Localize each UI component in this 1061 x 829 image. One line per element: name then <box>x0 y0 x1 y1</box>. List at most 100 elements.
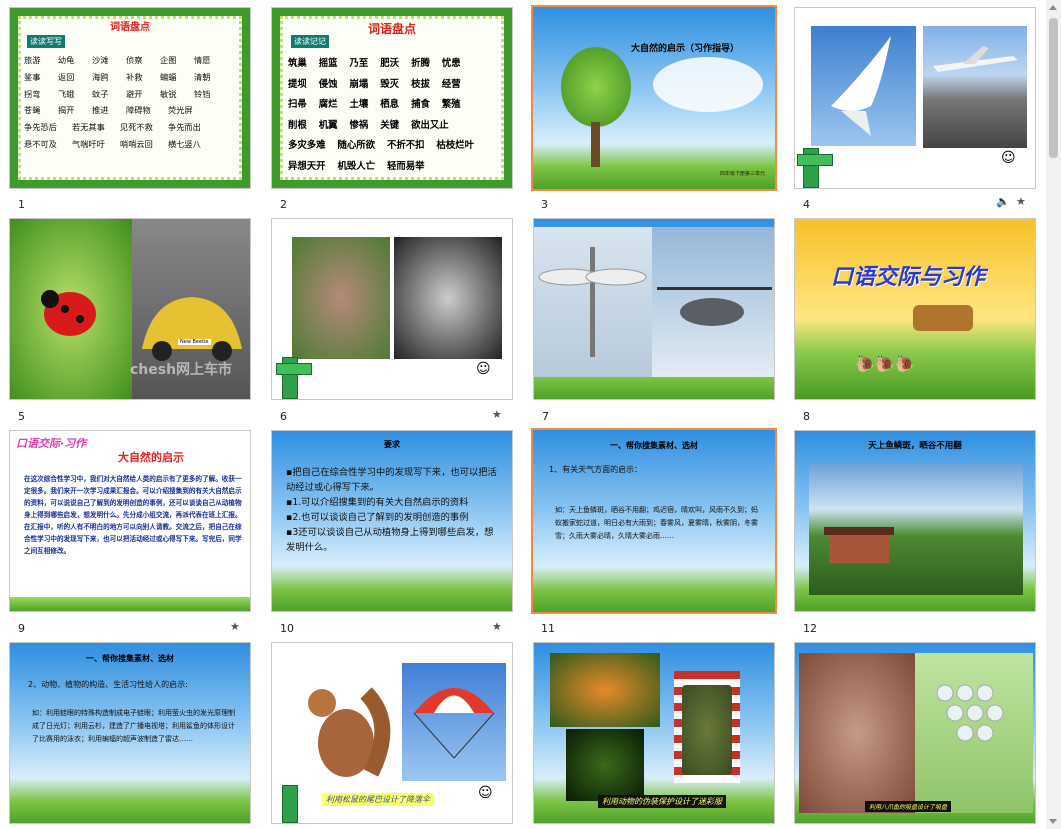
slide-heading: 要求 <box>384 440 400 449</box>
section-tag: 读读写写 <box>26 34 66 49</box>
word-row: 异想天开 机毁人亡 轻而易举 <box>288 160 425 172</box>
slide-number: 9 <box>18 622 25 635</box>
slide-thumbnail-10[interactable]: 要求 ▪把自己在综合性学习中的发现写下来，也可以把活动经过或心得写下来。 ▪1.… <box>271 430 513 612</box>
slide-thumbnail-9[interactable]: 口语交际·习作 大自然的启示 在这次综合性学习中，我们对大自然给人类的启示有了更… <box>9 430 251 612</box>
section-tag: 读读记记 <box>290 34 330 49</box>
watermark: chesh网上车市 <box>130 362 233 378</box>
image-caption: 利用动物的伪装保护设计了迷彩服 <box>598 795 726 808</box>
slide-title: 词语盘点 <box>110 22 150 33</box>
word-row: 削根 机翼 惨祸 关键 欲出又止 <box>288 119 449 131</box>
image-caption: 利用八爪鱼的吸盘设计了吸盘 <box>865 801 952 812</box>
cartoon-kid: ☺ <box>476 361 491 377</box>
word-list: 筑巢 摇篮 乃至 肥沃 折腾 忧患 提坝 侵蚀 崩塌 毁灭 枝拔 经营 扫帚 腐烂 土壤 栖息 捕食 繁殖 削… <box>288 54 502 177</box>
suction-cup-photo <box>915 653 1033 813</box>
slide-thumbnail-7[interactable] <box>533 218 775 400</box>
slide-number: 10 <box>280 622 294 635</box>
slide-title: 大自然的启示 <box>118 451 184 464</box>
image-caption: 利用松鼠的尾巴设计了降落伞 <box>322 793 434 806</box>
word-row: 扫帚 腐烂 土壤 栖息 捕食 繁殖 <box>288 99 461 110</box>
slide-heading: 一、帮你搜集素材、选材 <box>86 654 174 663</box>
slide-number: 8 <box>803 410 810 423</box>
slide-thumbnail-15[interactable]: 利用动物的伪装保护设计了迷彩服 <box>533 642 775 824</box>
slide-number: 11 <box>541 622 555 635</box>
slide-body-text: 如：天上鱼鳞斑，晒谷不用翻；鸡迟宿，晴欢叫，风雨不久到；蚂蚁搬家蛇过道，明日必有… <box>555 506 758 540</box>
slide-body-text: 在这次综合性学习中，我们对大自然给人类的启示有了更多的了解。收获一定很多。我们来… <box>24 475 242 555</box>
ladybug-photo <box>10 219 132 399</box>
slide-number: 5 <box>18 410 25 423</box>
bird-nest-photo <box>292 237 390 359</box>
scroll-down-arrow-icon[interactable] <box>1049 819 1057 824</box>
airplane-photo <box>923 26 1027 148</box>
word-row: 苍蝇 揭开 推进 障碍物 荧光屏 <box>24 105 193 116</box>
animation-star-icon: ★ <box>230 620 240 633</box>
slide-number: 3 <box>541 198 548 211</box>
signpost-board <box>276 363 312 375</box>
camouflage-jacket-photo <box>674 671 740 783</box>
landscape-photo <box>809 463 1023 595</box>
slide-title: 大自然的启示（习作指导） <box>631 44 740 54</box>
word-row: 拐弯 飞蛾 蚊子 避开 敏锐 铃铛 <box>24 88 211 99</box>
bird-photo <box>811 26 916 146</box>
word-list: 旅游 幼龟 沙滩 侦察 企图 情愿 鉴事 返回 海鸥 补救 蝙蝠 清朝 拐弯 飞蛾 蚊子 避开 敏锐 铃铛 苍… <box>24 52 240 153</box>
flower-border <box>10 597 250 611</box>
slide-thumbnail-12[interactable]: 天上鱼鳞斑，晒谷不用翻 <box>794 430 1036 612</box>
birds-nest-stadium-photo <box>394 237 502 359</box>
slide-number: 4 <box>803 198 810 211</box>
dragonfly-photo <box>534 227 652 377</box>
slide-sorter-grid: 词语盘点 读读写写 旅游 幼龟 沙滩 侦察 企图 情愿 鉴事 返回 海鸥 补救 蝙蝠 清朝 拐弯 飞蛾… <box>0 0 1046 829</box>
cartoon-kid: ☺ <box>478 785 493 801</box>
list-item: ▪2.也可以谈谈自己了解到的发明创造的事例 <box>286 512 469 523</box>
wooden-sign <box>913 305 973 331</box>
animation-star-icon: ★ <box>492 620 502 633</box>
car-badge: New Beetle <box>178 339 211 345</box>
animation-star-icon: ★ <box>492 408 502 421</box>
slide-thumbnail-3[interactable]: 大自然的启示（习作指导） 四年级下册第三单元 <box>531 5 777 191</box>
snail-cartoon: 🐌🐌🐌 <box>855 354 915 373</box>
slide-subheading: 1、有关天气方面的启示： <box>549 465 643 474</box>
squirrel-photo <box>286 663 396 791</box>
section-logo: 口语交际·习作 <box>16 437 87 450</box>
slide-number: 1 <box>18 198 25 211</box>
slide-heading: 天上鱼鳞斑，晒谷不用翻 <box>868 441 962 451</box>
animation-star-icon: ★ <box>1016 195 1026 208</box>
word-row: 筑巢 摇篮 乃至 肥沃 折腾 忧患 <box>288 58 461 69</box>
parachute-photo <box>402 663 506 781</box>
helicopter-photo <box>652 227 774 377</box>
word-row: 鉴事 返回 海鸥 补救 蝙蝠 清朝 <box>24 71 211 82</box>
slide-body-text: 如：利用蛙眼的特殊构造制成电子蛙眼；利用萤火虫的发光原理制成了日光灯；利用云杉，… <box>32 709 235 743</box>
slide-number: 2 <box>280 198 287 211</box>
scrollbar-thumb[interactable] <box>1049 18 1058 158</box>
slide-number: 12 <box>803 622 817 635</box>
list-item: ▪1.可以介绍搜集到的有关大自然启示的资料 <box>286 497 469 508</box>
slide-thumbnail-16[interactable]: 利用八爪鱼的吸盘设计了吸盘 <box>794 642 1036 824</box>
signpost-board <box>797 154 833 166</box>
slide-number: 6 <box>280 410 287 423</box>
slide-subheading: 2、动物、植物的构造、生活习性给人的启示: <box>28 680 188 689</box>
octopus-photo <box>799 653 915 813</box>
insect-photo <box>566 729 644 801</box>
slide-thumbnail-5[interactable]: New Beetle chesh网上车市 <box>9 218 251 400</box>
word-row: 悬不可及 气喘吁吁 哨哨云回 横七竖八 <box>24 138 201 149</box>
word-row: 争先恐后 若无其事 见死不救 争先而出 <box>24 122 201 133</box>
list-item: ▪3还可以谈谈自己从动植物身上得到哪些启发，想发明什么。 <box>286 527 494 553</box>
word-row: 旅游 幼龟 沙滩 侦察 企图 情愿 <box>24 55 211 65</box>
slide-footer: 四年级下册第三单元 <box>719 171 765 177</box>
slide-thumbnail-2[interactable]: 词语盘点 读读记记 筑巢 摇篮 乃至 肥沃 折腾 忧患 提坝 侵蚀 崩塌 毁灭 枝拔 经营 扫帚 腐烂… <box>271 7 513 189</box>
vertical-scrollbar[interactable] <box>1046 0 1061 829</box>
slide-thumbnail-8[interactable]: 口语交际与习作 🐌🐌🐌 <box>794 218 1036 400</box>
slide-thumbnail-1[interactable]: 词语盘点 读读写写 旅游 幼龟 沙滩 侦察 企图 情愿 鉴事 返回 海鸥 补救 蝙蝠 清朝 拐弯 飞蛾… <box>9 7 251 189</box>
signpost <box>282 785 298 823</box>
speaker-icon: 🔈 <box>996 195 1010 208</box>
slide-heading: 一、帮你搜集素材、选材 <box>610 441 698 450</box>
slide-thumbnail-13[interactable]: 一、帮你搜集素材、选材 2、动物、植物的构造、生活习性给人的启示: 如：利用蛙眼… <box>9 642 251 824</box>
slide-thumbnail-4[interactable]: ☺ <box>794 7 1036 189</box>
word-row: 多灾多难 随心所欲 不折不扣 枯枝烂叶 <box>288 140 475 151</box>
scroll-up-arrow-icon[interactable] <box>1049 5 1057 10</box>
slide-thumbnail-6[interactable]: ☺ <box>271 218 513 400</box>
cloud <box>653 57 763 112</box>
word-row: 提坝 侵蚀 崩塌 毁灭 枝拔 经营 <box>288 78 461 90</box>
slide-thumbnail-14[interactable]: 利用松鼠的尾巴设计了降落伞 ☺ <box>271 642 513 824</box>
list-item: ▪把自己在综合性学习中的发现写下来，也可以把活动经过或心得写下来。 <box>286 467 497 493</box>
slide-thumbnail-11[interactable]: 一、帮你搜集素材、选材 1、有关天气方面的启示： 如：天上鱼鳞斑，晒谷不用翻；鸡… <box>531 428 777 614</box>
tree-trunk <box>591 122 600 167</box>
